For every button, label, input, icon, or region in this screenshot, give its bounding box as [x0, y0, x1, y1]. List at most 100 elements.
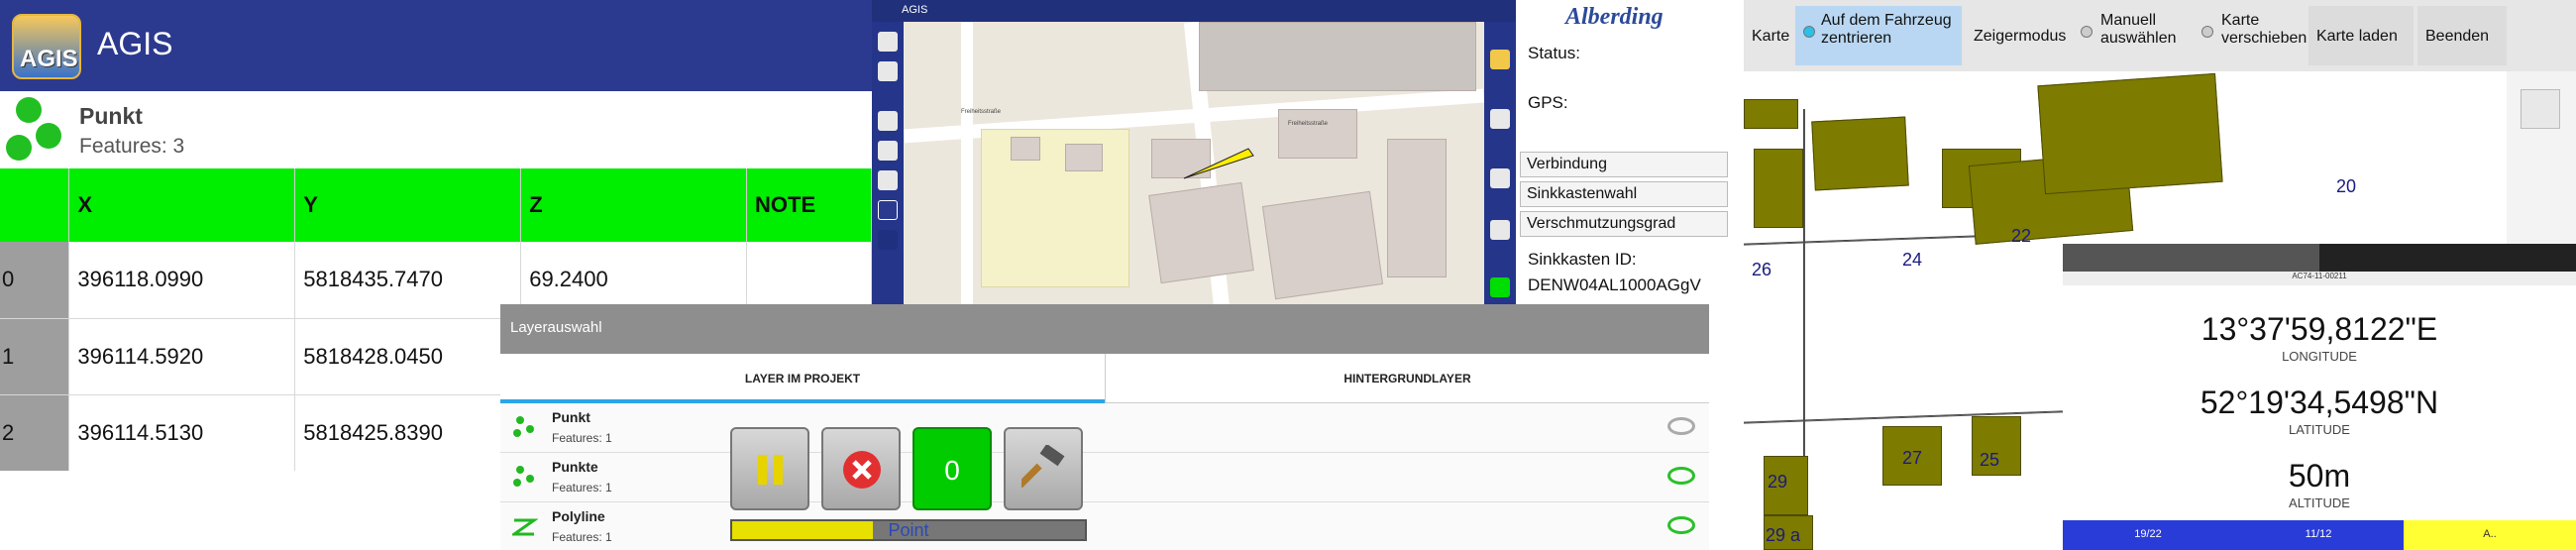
- map-icon[interactable]: [878, 61, 898, 81]
- cell-x[interactable]: 396114.5130: [68, 394, 296, 471]
- row-index: 1: [0, 318, 70, 395]
- building: [1278, 109, 1357, 159]
- street-label: Freiheitsstraße: [1288, 121, 1329, 127]
- center-on-vehicle-button[interactable]: Auf dem Fahrzeug zentrieren: [1795, 6, 1962, 65]
- radio-icon: [2081, 26, 2093, 38]
- progress-label: Point: [888, 520, 929, 540]
- cell-x[interactable]: 396114.5920: [68, 318, 296, 395]
- column-header-y[interactable]: Y: [294, 168, 522, 242]
- status-label: Status:: [1528, 44, 1580, 62]
- gps-tab[interactable]: [2063, 244, 2319, 272]
- left-toolbar: [872, 22, 904, 307]
- record-icon[interactable]: [1490, 277, 1510, 297]
- cell-x[interactable]: 396118.0990: [68, 242, 296, 319]
- point-layer-icon: [6, 97, 77, 163]
- load-map-button[interactable]: Karte laden: [2308, 6, 2414, 65]
- latitude-value: 52°19'34,5498"N: [2200, 385, 2439, 420]
- eye-icon[interactable]: [1667, 467, 1695, 485]
- app-title: AGIS: [97, 26, 173, 61]
- layer-row-punkt[interactable]: Punkt Features: 1: [500, 403, 1709, 453]
- layers-icon[interactable]: [878, 32, 898, 52]
- cancel-button[interactable]: [821, 427, 901, 510]
- altitude-value: 50m: [2288, 458, 2351, 494]
- gps-position-panel: AC74-11-00211 13°37'59,8122"E LONGITUDE …: [2063, 244, 2576, 550]
- chat-icon[interactable]: [1490, 220, 1510, 240]
- building: [1065, 144, 1103, 171]
- hammer-button[interactable]: [1004, 427, 1083, 510]
- table-icon[interactable]: [878, 141, 898, 161]
- exit-button[interactable]: Beenden: [2417, 6, 2507, 65]
- tab-project-layers[interactable]: LAYER IM PROJEKT: [500, 354, 1105, 403]
- house-number: 29 a: [1766, 525, 1801, 545]
- polyline-layer-icon: [512, 518, 538, 536]
- house-number: 25: [1980, 450, 2000, 470]
- house-number: 29: [1768, 472, 1788, 492]
- eye-icon[interactable]: [1667, 417, 1695, 435]
- eye-icon[interactable]: [1667, 516, 1695, 534]
- row-index: 0: [0, 242, 70, 319]
- point-layer-icon: [513, 416, 534, 437]
- point-counter: 0: [944, 455, 960, 486]
- gps-label: GPS:: [1528, 93, 1568, 112]
- app-bar: AGIS AGIS: [0, 0, 872, 91]
- tab-background-layers[interactable]: HINTERGRUNDLAYER: [1105, 354, 1709, 403]
- save-icon[interactable]: [1490, 168, 1510, 188]
- street-label: Freiheitsstraße: [961, 109, 1002, 115]
- cell-y[interactable]: 5818425.8390: [294, 394, 522, 471]
- layer-feature-count: Features: 1: [552, 431, 612, 445]
- column-header-z[interactable]: Z: [520, 168, 748, 242]
- map-label: Karte: [1752, 28, 1790, 45]
- longitude-value: 13°37'59,8122"E: [2200, 311, 2438, 347]
- satellite-icon[interactable]: [878, 230, 898, 250]
- satellites-bar: 19/22: [2063, 520, 2233, 550]
- pause-icon: [758, 455, 783, 485]
- layer-feature-count: Features: 3: [79, 135, 185, 158]
- right-toolbar: [1484, 22, 1516, 307]
- layer-name: Polyline: [552, 508, 605, 524]
- move-map-button[interactable]: Karte verschieben: [2196, 6, 2307, 65]
- map-toolbar: Karte Auf dem Fahrzeug zentrieren Zeiger…: [1744, 0, 2576, 71]
- map-screen[interactable]: AGIS Freiheitsstraße Freiheitsstraße: [872, 0, 1516, 307]
- gps-tab[interactable]: [2319, 244, 2576, 272]
- table-header-row: X Y Z NOTE: [0, 168, 872, 242]
- column-header-index[interactable]: [0, 168, 70, 242]
- column-header-x[interactable]: X: [68, 168, 296, 242]
- point-counter-button[interactable]: 0: [912, 427, 992, 510]
- building: [1148, 181, 1254, 284]
- altitude-label: ALTITUDE: [2289, 495, 2350, 510]
- school-area: [981, 129, 1129, 287]
- cell-y[interactable]: 5818428.0450: [294, 318, 522, 395]
- progress-bar: Point: [730, 519, 1087, 541]
- layer-row-polyline[interactable]: Polyline Features: 1: [500, 502, 1709, 550]
- building[interactable]: [1744, 99, 1798, 129]
- layer-name: Punkte: [552, 459, 598, 475]
- building[interactable]: [1754, 149, 1803, 228]
- list-icon[interactable]: [878, 170, 898, 190]
- layer-name: Punkt: [552, 409, 590, 425]
- measured-polygon[interactable]: [1179, 144, 1258, 188]
- column-header-note[interactable]: NOTE: [746, 168, 872, 242]
- layer-row-punkte[interactable]: Punkte Features: 1: [500, 453, 1709, 502]
- cell-y[interactable]: 5818435.7470: [294, 242, 522, 319]
- point-layer-icon: [513, 466, 534, 487]
- building[interactable]: [1811, 116, 1909, 191]
- layers-icon[interactable]: [1490, 109, 1510, 129]
- layer-feature-count: Features: 1: [552, 530, 612, 544]
- manual-select-button[interactable]: Manuell auswählen: [2075, 6, 2194, 65]
- grid-icon[interactable]: [878, 111, 898, 131]
- pollution-level-button[interactable]: Verschmutzungsgrad: [1520, 211, 1728, 237]
- pointer-icon[interactable]: [878, 200, 898, 220]
- row-index: 2: [0, 394, 70, 471]
- alberding-logo: Alberding: [1565, 4, 1664, 30]
- sinkkasten-select-button[interactable]: Sinkkastenwahl: [1520, 181, 1728, 207]
- building[interactable]: [2037, 72, 2223, 195]
- latitude-label: LATITUDE: [2289, 422, 2350, 437]
- building: [1011, 137, 1040, 161]
- layer-feature-count: Features: 1: [552, 481, 612, 495]
- connection-button[interactable]: Verbindung: [1520, 152, 1728, 177]
- folder-icon[interactable]: [1490, 50, 1510, 69]
- sinkkasten-id-label: Sinkkasten ID:: [1528, 250, 1637, 269]
- pause-button[interactable]: [730, 427, 809, 510]
- zoom-icon[interactable]: [2521, 89, 2560, 129]
- house-number: 26: [1752, 260, 1772, 279]
